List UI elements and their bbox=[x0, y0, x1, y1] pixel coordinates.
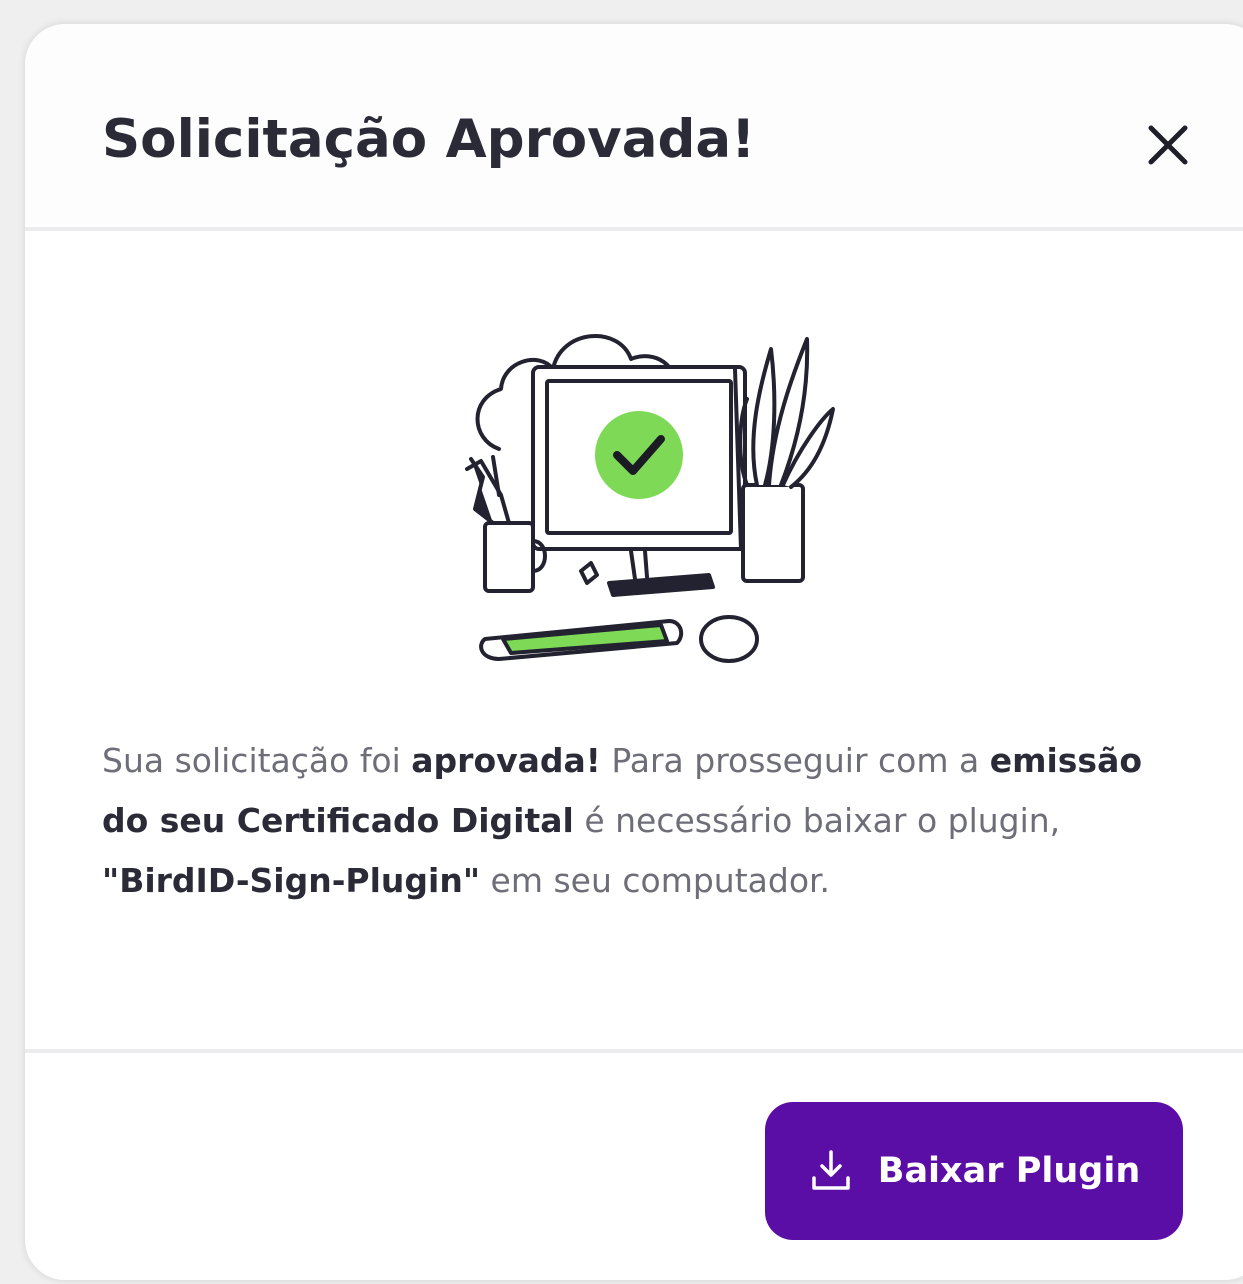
footer-divider bbox=[25, 1049, 1243, 1053]
message-text-1: Sua solicitação foi bbox=[102, 741, 412, 780]
dialog-body: Sua solicitação foi aprovada! Para pross… bbox=[25, 231, 1243, 1049]
message-text-2: Para prosseguir com a bbox=[600, 741, 990, 780]
message-text-3: é necessário baixar o plugin, bbox=[573, 801, 1061, 840]
dialog-title: Solicitação Aprovada! bbox=[102, 109, 756, 170]
message-bold-approved: aprovada! bbox=[411, 741, 601, 780]
download-icon bbox=[812, 1150, 850, 1190]
message-bold-plugin-name: "BirdID-Sign-Plugin" bbox=[102, 861, 481, 900]
close-icon bbox=[1148, 125, 1188, 165]
close-button[interactable] bbox=[1141, 118, 1195, 172]
approval-dialog: Solicitação Aprovada! Sua solicitação fo… bbox=[25, 24, 1243, 1280]
approval-message: Sua solicitação foi aprovada! Para pross… bbox=[102, 731, 1182, 911]
message-text-4: em seu computador. bbox=[480, 861, 831, 900]
download-plugin-button[interactable]: Baixar Plugin bbox=[765, 1102, 1183, 1240]
download-plugin-label: Baixar Plugin bbox=[877, 1151, 1141, 1191]
dialog-header: Solicitação Aprovada! bbox=[25, 24, 1243, 227]
computer-approved-illustration bbox=[465, 334, 835, 663]
